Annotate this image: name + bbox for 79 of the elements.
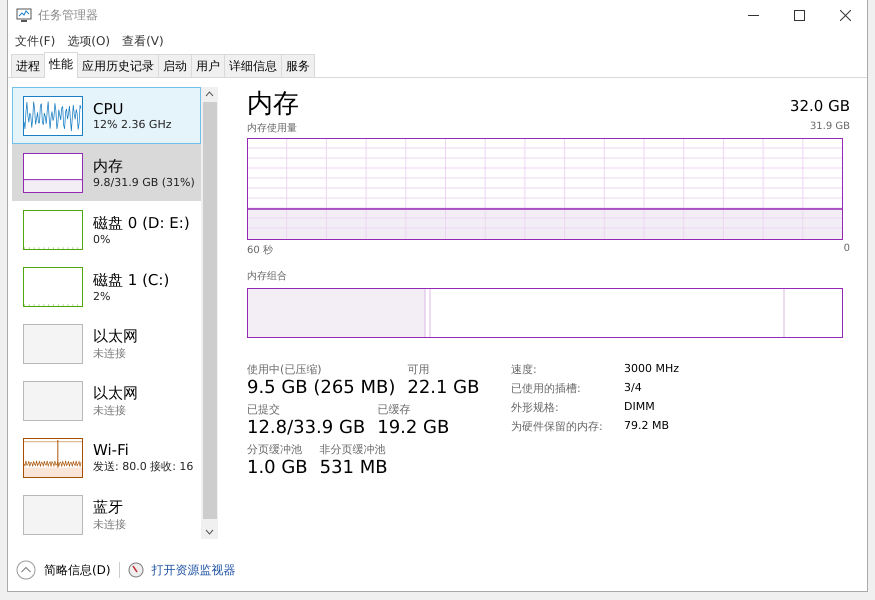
menu-item[interactable]: 选项(O) (67, 32, 110, 50)
device-name: 以太网 (93, 384, 138, 402)
chart-max-label: 31.9 GB (810, 121, 850, 134)
stat-label: 可用 (407, 362, 430, 377)
sidebar-item[interactable]: 磁盘 1 (C:) 2% (12, 258, 201, 315)
maximize-icon[interactable] (794, 10, 805, 20)
menu-item[interactable]: 查看(V) (122, 32, 164, 50)
tab[interactable]: 启动 (158, 54, 192, 77)
device-name: 磁盘 1 (C:) (93, 270, 170, 290)
sidebar-item[interactable]: 蓝牙 未连接 (12, 486, 201, 543)
device-status: 12% 2.36 GHz (93, 118, 172, 131)
stat-value: 531 MB (320, 457, 388, 478)
scrollbar-thumb[interactable] (202, 102, 216, 519)
gauge-icon (128, 562, 144, 578)
sidebar-item[interactable]: 以太网 未连接 (12, 372, 201, 429)
window-title: 任务管理器 (38, 6, 99, 24)
device-name: 磁盘 0 (D: E:) (93, 214, 190, 232)
device-status: 9.8/31.9 GB (31%) (93, 176, 195, 188)
graph-icon (23, 96, 83, 136)
graph-icon (23, 438, 83, 478)
sidebar-item[interactable]: CPU 12% 2.36 GHz (12, 87, 201, 144)
device-name: 蓝牙 (93, 498, 124, 516)
chart-label: 内存组合 (247, 270, 288, 283)
time-axis-label: 60 秒 (247, 244, 273, 257)
spec-value: 3000 MHz (624, 362, 680, 377)
menu-item[interactable]: 文件(F) (15, 32, 56, 50)
stat-value: 1.0 GB (247, 457, 308, 478)
tab[interactable]: 服务 (281, 54, 315, 77)
spec-value: 79.2 MB (624, 419, 670, 434)
chart-label: 内存使用量 (247, 122, 297, 135)
stat-label: 已提交 (247, 402, 281, 417)
spec-label: 为硬件保留的内存: (511, 419, 604, 434)
sidebar-item[interactable]: 以太网 未连接 (12, 315, 201, 372)
chevron-up-icon (16, 560, 36, 580)
device-status: 未连接 (93, 346, 127, 360)
stat-label: 分页缓冲池 (247, 442, 303, 457)
monitor-icon (16, 7, 32, 23)
stat-label: 非分页缓冲池 (320, 442, 387, 457)
spec-value: 3/4 (624, 381, 643, 396)
device-name: 内存 (93, 156, 124, 176)
device-status: 2% (93, 290, 112, 302)
device-status: 发送: 80.0 接收: 16 (93, 459, 194, 474)
stat-value: 12.8/33.9 GB (247, 417, 366, 438)
device-name: Wi-Fi (93, 441, 130, 459)
tab[interactable]: 性能 (44, 52, 78, 78)
spec-label: 外形规格: (511, 400, 560, 415)
device-status: 未连接 (93, 516, 126, 532)
device-name: 以太网 (93, 326, 138, 346)
device-name: CPU (93, 100, 124, 118)
stat-label: 使用中(已压缩) (247, 362, 323, 377)
total-memory: 32.0 GB (790, 97, 850, 117)
tab[interactable]: 用户 (191, 54, 225, 77)
tab[interactable]: 进程 (11, 54, 45, 77)
close-icon[interactable] (840, 10, 851, 20)
spec-label: 已使用的插槽: (511, 381, 582, 396)
stat-value: 19.2 GB (377, 417, 450, 438)
stat-value: 22.1 GB (407, 377, 480, 398)
sidebar-item[interactable]: Wi-Fi 发送: 80.0 接收: 16 (12, 429, 201, 486)
stat-label: 已缓存 (377, 402, 412, 417)
fewer-details-button[interactable]: 简略信息(D) (16, 560, 111, 580)
sidebar-item[interactable]: 磁盘 0 (D: E:) 0% (12, 201, 201, 258)
tab[interactable]: 应用历史记录 (77, 54, 159, 77)
empty-graph-icon (23, 324, 83, 364)
time-axis-label: 0 (844, 243, 850, 256)
spec-value: DIMM (624, 400, 656, 415)
stat-value: 9.5 GB (265 MB) (247, 377, 396, 398)
sidebar-item[interactable]: 内存 9.8/31.9 GB (31%) (12, 144, 201, 201)
device-status: 0% (93, 232, 112, 246)
section-title: 内存 (247, 88, 299, 121)
spec-label: 速度: (511, 362, 538, 377)
empty-graph-icon (23, 494, 83, 534)
tab[interactable]: 详细信息 (224, 54, 282, 77)
device-status: 未连接 (93, 402, 127, 418)
scrollbar[interactable] (201, 87, 218, 539)
resource-monitor-link[interactable]: 打开资源监视器 (152, 562, 236, 578)
empty-graph-icon (23, 380, 83, 420)
graph-icon (23, 152, 83, 192)
graph-icon (23, 266, 83, 306)
graph-icon (23, 210, 83, 250)
